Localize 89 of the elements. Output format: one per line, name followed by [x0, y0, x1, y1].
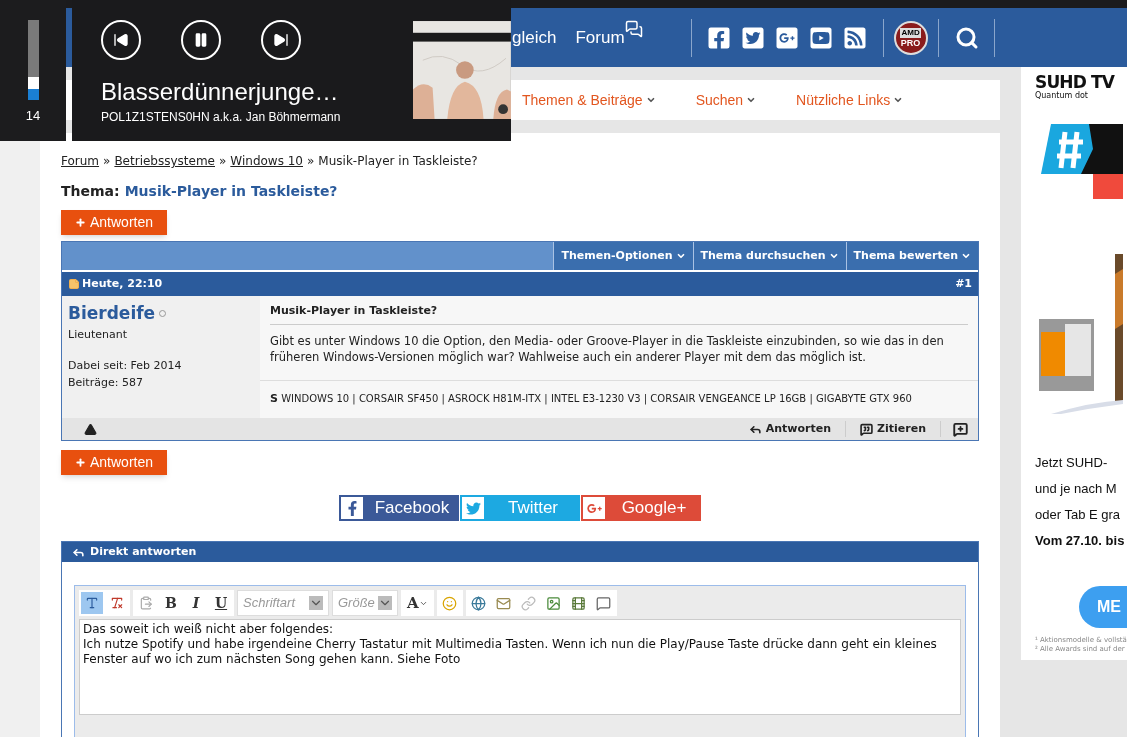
breadcrumb-link[interactable]: Betriebssysteme: [114, 152, 215, 170]
smiley-icon: [442, 595, 458, 611]
post-number[interactable]: #1: [955, 275, 972, 293]
volume-track[interactable]: [27, 20, 39, 100]
reply-button[interactable]: Antworten: [61, 210, 168, 235]
reply-link[interactable]: Antworten: [748, 420, 847, 438]
amd-pro-badge[interactable]: AMD PRO: [893, 20, 928, 55]
subnav-menu[interactable]: Suchen: [695, 89, 757, 111]
font-color-button[interactable]: A: [401, 590, 434, 616]
post-body: Gibt es unter Windows 10 die Option, den Media- oder Groove-Player in die Taskleiste einzubinden, so wie das in den früheren Windows-Versionen möglich war? Wahlweise auch ein anderer Player mit dem das möglich ist.: [270, 332, 945, 365]
quote-link[interactable]: Zitieren: [846, 420, 941, 438]
link-icon: [521, 595, 537, 611]
volume-marker: [27, 76, 39, 89]
author-posts: Beiträge: 587: [68, 374, 144, 391]
pause-icon: [193, 32, 209, 48]
author-rank: Lieutenant: [68, 326, 128, 343]
ad-text: und je nach M: [1035, 480, 1118, 498]
caret-icon: [675, 251, 686, 261]
previous-icon: [113, 32, 129, 48]
facebook-icon[interactable]: [706, 25, 731, 50]
post-icon: [68, 278, 80, 290]
bold-button[interactable]: B: [160, 592, 182, 614]
italic-button[interactable]: I: [185, 592, 207, 614]
next-icon: [273, 32, 289, 48]
post-signature: S WINDOWS 10 | CORSAIR SF450 | ASROCK H81M-ITX | INTEL E3-1230 V3 | CORSAIR VENGEANCE LP 16GB | GIGABYTE GTX 960: [270, 391, 912, 408]
breadcrumb-separator: »: [103, 153, 111, 170]
text-style-icon: [85, 596, 99, 610]
volume-reading: 14: [25, 107, 41, 125]
image-icon: [546, 595, 562, 611]
plus-icon: [75, 217, 86, 228]
post-date: Heute, 22:10: [82, 275, 163, 292]
pause-button[interactable]: [181, 20, 221, 60]
nav-link[interactable]: Forum: [575, 24, 625, 51]
reply-button[interactable]: Antworten: [61, 450, 168, 475]
mail-icon: [496, 595, 512, 611]
caret-icon: [961, 251, 971, 261]
thread-tools-menu[interactable]: Themen-Optionen: [553, 242, 693, 270]
thread-tools-menu[interactable]: Thema bewerten: [845, 242, 978, 270]
author-joined: Dabei seit: Feb 2014: [68, 358, 183, 374]
subnav-menu[interactable]: Nützliche Links: [796, 89, 904, 111]
breadcrumb-link[interactable]: Windows 10: [230, 152, 303, 170]
multi-quote-icon[interactable]: [953, 421, 968, 437]
ad-text: Vom 27.10. bis: [1035, 532, 1126, 550]
ad-text: oder Tab E gra: [1035, 506, 1122, 524]
subnav-menu[interactable]: Themen & Beiträge: [522, 89, 656, 111]
speech-bubble-icon: [596, 595, 612, 611]
track-title: Blasserdünnerjunge…: [101, 77, 340, 107]
twitter-icon[interactable]: [740, 25, 765, 50]
underline-button[interactable]: U: [210, 592, 232, 614]
ad-tagline: Quantum dot: [1035, 91, 1089, 100]
nav-link[interactable]: gleich: [512, 24, 557, 51]
plus-icon: [75, 457, 86, 468]
post-title: Musik-Player in Taskleiste?: [270, 303, 968, 325]
ad-brand: SUHD TV: [1035, 73, 1116, 91]
dropdown-icon: [378, 596, 392, 610]
rss-icon[interactable]: [842, 25, 867, 50]
track-artist: POL1Z1STENS0HN a.k.a. Jan Böhmermann: [101, 109, 342, 126]
message-field[interactable]: Das soweit ich weiß nicht aber folgendes: Ich nutze Spotify und habe irgendeine Cherry Tastatur mit Multimedia Tasten. Wenn ich nun die Play/Pause Taste drücke dann geht ein kleines Fenster auf wo ich zum nächsten Song gehen kann. Siehe Foto: [79, 619, 961, 715]
thread-tools-menu[interactable]: Thema durchsuchen: [692, 242, 846, 270]
ad-text: Jetzt SUHD-: [1035, 454, 1109, 472]
film-icon: [571, 595, 587, 611]
breadcrumb-separator: »: [219, 153, 227, 170]
previous-track-button[interactable]: [101, 20, 141, 60]
twitter-icon: [465, 500, 481, 516]
share-button[interactable]: Facebook: [339, 495, 459, 521]
globe-icon: [471, 595, 487, 611]
report-icon[interactable]: [84, 422, 97, 436]
caret-icon: [828, 251, 839, 261]
chat-icon: [624, 19, 643, 38]
caret-icon: [645, 95, 656, 105]
breadcrumb-current: Musik-Player in Taskleiste?: [318, 153, 478, 170]
next-track-button[interactable]: [261, 20, 301, 60]
search-icon[interactable]: [954, 25, 979, 50]
quote-icon: [860, 422, 874, 436]
panel-title: Direkt antworten: [90, 543, 197, 560]
remove-format-icon: [110, 596, 124, 610]
dropdown-icon: [309, 596, 323, 610]
post-author[interactable]: Bierdeife: [68, 301, 156, 327]
breadcrumb-separator: »: [307, 153, 315, 170]
breadcrumb-link[interactable]: Forum: [61, 152, 100, 170]
caret-icon: [746, 95, 757, 105]
caret-icon: [893, 95, 904, 105]
wysiwyg-toggle-button[interactable]: [81, 592, 103, 614]
share-button[interactable]: Google+: [581, 495, 701, 521]
thread-title: Musik-Player in Taskleiste?: [124, 182, 338, 201]
thread-label: Thema:: [61, 182, 120, 201]
youtube-icon[interactable]: [808, 25, 833, 50]
google-plus-icon[interactable]: [774, 25, 799, 50]
paste-icon: [139, 596, 153, 610]
